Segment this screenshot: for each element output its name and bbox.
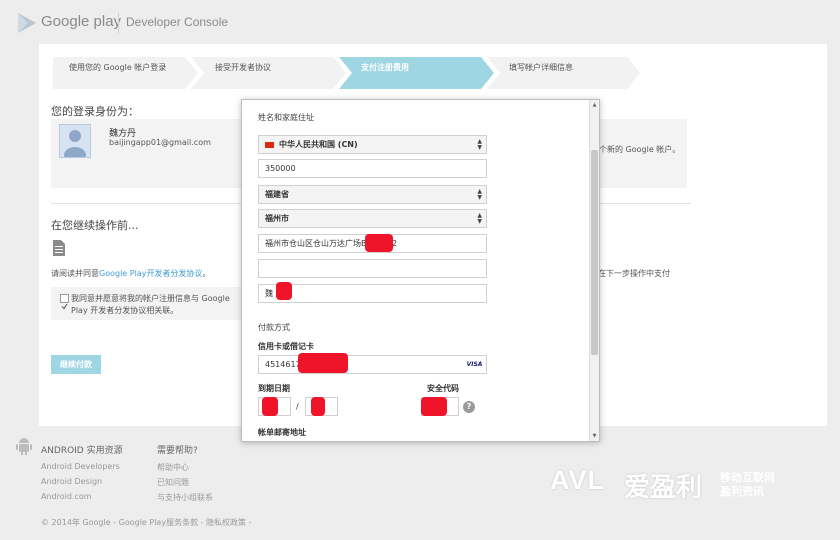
agreement-link[interactable]: Google Play开发者分发协议 [99,269,202,278]
postal-code-input[interactable]: 350000 [258,159,487,178]
agreement-read-text: 请阅读并同意Google Play开发者分发协议。 [51,268,210,279]
product-name[interactable]: Google play [41,13,121,30]
identity-title: 您的登录身份为： [51,105,139,118]
help-icon[interactable]: ? [463,401,475,413]
expiry-separator: / [296,402,299,411]
progress-stepper: 使用您的 Google 帐户登录 接受开发者协议 支付注册费用 填写帐户详细信息 [53,57,653,89]
payment-dialog: 姓名和家庭住址 中华人民共和国 (CN) ▲ ▼ 350000 福建省 ▲ ▼ 福州… [241,99,600,442]
watermark: AVL 爱盈利 移动互联网 盈利资讯 [550,465,830,503]
redaction-mark [276,282,292,300]
user-email: baijingapp01@gmail.com [109,138,211,147]
visa-logo-icon: VISA [466,361,483,368]
help-title: 需要帮助? [157,446,198,456]
watermark-chinese: 爱盈利 [624,473,703,503]
payment-method-title: 付款方式 [258,323,290,332]
select-arrows-icon: ▲ ▼ [477,138,482,151]
step-pay-fee: 支付注册费用 [361,63,409,72]
agree-text: 我同意并愿意将我的帐户注册信息与 Google Play 开发者分发协议相关联。 [71,294,230,315]
step-sign-in: 使用您的 Google 帐户登录 [69,63,167,72]
avatar [59,124,91,158]
read-suffix: 。 [202,269,211,278]
checkmark-icon [61,303,68,310]
android-resources-title: ANDROID 实用资源 [41,446,123,456]
continue-payment-button[interactable]: 继续付款 [51,355,101,374]
expiry-label: 到期日期 [258,384,290,393]
redaction-mark [298,353,348,373]
scroll-up-icon[interactable]: ▲ [591,101,598,109]
country-select[interactable]: 中华人民共和国 (CN) ▲ ▼ [258,135,487,154]
read-prefix: 请阅读并同意 [51,269,99,278]
new-account-note: 个新的 Google 帐户。 [599,145,681,154]
watermark-latin: AVL [550,465,605,495]
country-value: 中华人民共和国 (CN) [279,140,358,149]
footer-link-known-issues[interactable]: 已知问题 [157,477,189,488]
china-flag-icon [265,141,274,148]
google-play-logo-icon[interactable] [16,12,38,34]
billing-address-label: 帐单邮寄地址 [258,428,306,437]
continue-title: 在您继续操作前... [51,219,139,232]
redaction-mark [311,397,325,416]
footer-link-android-com[interactable]: Android.com [41,492,92,501]
redaction-mark [262,397,278,416]
document-icon [53,240,65,256]
province-value: 福建省 [265,190,289,199]
name-address-title: 姓名和家庭住址 [258,113,314,122]
redaction-mark [365,234,393,252]
scroll-down-icon[interactable]: ▼ [591,432,598,440]
copyright: © 2014年 Google - Google Play服务条款 - 隐私权政策… [41,518,252,527]
footer-link-android-design[interactable]: Android Design [41,477,102,486]
footer-link-help-center[interactable]: 帮助中心 [157,462,189,473]
footer-link-android-developers[interactable]: Android Developers [41,462,120,471]
footer-link-contact-support[interactable]: 与支持小组联系 [157,492,213,503]
person-icon [64,130,86,157]
step-account-details: 填写帐户详细信息 [509,63,573,72]
dialog-scrollbar[interactable]: ▲ ▼ [589,100,599,441]
header-divider [118,13,119,33]
city-select[interactable]: 福州市 ▲ ▼ [258,209,487,228]
city-value: 福州市 [265,214,289,223]
name-input[interactable]: 魏 [258,284,487,303]
cvc-label: 安全代码 [427,384,459,393]
address-line1-value: 福州市仓山区仓山万达广场B [265,239,367,248]
agree-checkbox[interactable] [60,294,69,310]
redaction-mark [421,397,447,416]
android-icon [16,438,32,455]
province-select[interactable]: 福建省 ▲ ▼ [258,185,487,204]
address-line2-input[interactable] [258,259,487,278]
scrollbar-thumb[interactable] [591,150,598,355]
select-arrows-icon: ▲ ▼ [477,188,482,201]
select-arrows-icon: ▲ ▼ [477,212,482,225]
watermark-sub2: 盈利资讯 [720,485,764,498]
card-number-input[interactable]: 45146176 VISA [258,355,487,374]
card-label: 信用卡或借记卡 [258,342,314,351]
pay-next-step-note: 在下一步操作中支付 [598,269,670,278]
step-accept-agreement: 接受开发者协议 [215,63,271,72]
console-name: Developer Console [126,15,229,29]
